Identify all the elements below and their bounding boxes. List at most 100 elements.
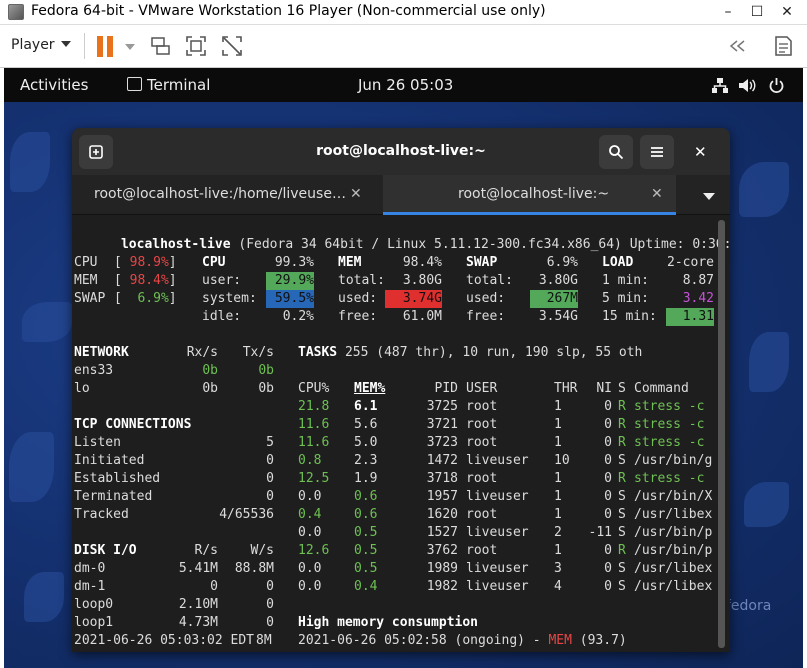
fullscreen-icon[interactable] [185, 35, 207, 57]
proc-ni: 0 [604, 417, 612, 432]
network-tx: 0b [258, 381, 274, 396]
disk-w: 0 [266, 615, 274, 630]
proc-ni: 0 [604, 489, 612, 504]
player-dropdown-icon[interactable] [61, 41, 71, 47]
proc-s: R [618, 543, 626, 558]
terminal-tab-active[interactable]: root@localhost-live:~ ✕ [383, 175, 676, 215]
library-notes-icon[interactable] [772, 35, 794, 57]
disk-name: loop0 [74, 597, 114, 612]
proc-thr: 4 [554, 579, 562, 594]
activities-button[interactable]: Activities [20, 76, 88, 94]
proc-cpu: 0.0 [298, 579, 322, 594]
app-menu-terminal[interactable]: Terminal [147, 76, 210, 94]
proc-cpu: 21.8 [298, 399, 330, 414]
proc-user: root [466, 543, 498, 558]
hamburger-menu-icon [651, 147, 663, 157]
load-1min-label: 1 min: [602, 273, 649, 288]
proc-mem: 0.5 [354, 525, 378, 540]
alert-title: High memory consumption [298, 615, 479, 630]
maximize-button[interactable]: ☐ [742, 1, 772, 23]
disk-name: dm-0 [74, 561, 106, 576]
tcp-row-value: 0 [266, 471, 274, 486]
tab-list-dropdown-icon[interactable] [703, 193, 715, 200]
proc-mem: 0.6 [354, 507, 378, 522]
terminal-close-button[interactable]: ✕ [694, 143, 707, 161]
proc-s: S [618, 579, 626, 594]
proc-s: R [618, 435, 626, 450]
vmware-app-icon [8, 4, 24, 20]
proc-header-ni[interactable]: NI [592, 380, 612, 398]
alert-key: MEM [548, 633, 572, 648]
proc-header-cpu[interactable]: CPU% [298, 380, 329, 398]
quick-swap-value: 6.9% [137, 291, 169, 306]
wallpaper-shape [749, 332, 789, 392]
proc-cmd: /usr/bin/X [634, 489, 713, 504]
tcp-row-value: 0 [266, 453, 274, 468]
footer-timestamp: 2021-06-26 05:03:02 EDT [74, 633, 255, 648]
network-rx: 0b [202, 381, 218, 396]
proc-pid: 1472 [426, 453, 458, 468]
proc-cpu: 0.4 [298, 507, 322, 522]
mem-used-value: 3.74G [385, 290, 442, 308]
terminal-tab[interactable]: root@localhost-live:/home/liveuse… ✕ [72, 175, 383, 215]
mem-free-label: free: [338, 309, 378, 324]
collapse-toolbar-icon[interactable] [726, 35, 748, 57]
power-icon[interactable] [768, 77, 785, 94]
proc-cpu: 11.6 [298, 417, 330, 432]
proc-s: R [618, 471, 626, 486]
tcp-row-label: Initiated [74, 453, 145, 468]
proc-user: liveuser [466, 453, 529, 468]
power-dropdown-icon[interactable] [125, 44, 135, 50]
pause-button[interactable] [94, 25, 118, 68]
proc-pid: 1989 [426, 561, 458, 576]
proc-s: S [618, 453, 626, 468]
proc-s: S [618, 561, 626, 576]
load-cores: 2-core [667, 255, 714, 270]
proc-header-pid[interactable]: PID [418, 380, 458, 398]
wallpaper-shape [739, 162, 789, 217]
swap-pct: 6.9% [546, 255, 578, 270]
mem-pct: 98.4% [402, 255, 442, 270]
proc-cmd: /usr/bin/p [634, 525, 713, 540]
terminal-scrollbar[interactable] [718, 220, 725, 648]
proc-ni: 0 [604, 561, 612, 576]
proc-ni: 0 [604, 399, 612, 414]
proc-mem: 2.3 [354, 453, 378, 468]
swap-label: SWAP [466, 255, 498, 270]
proc-user: liveuser [466, 489, 529, 504]
player-menu[interactable]: Player [11, 37, 55, 53]
wallpaper-shape [744, 482, 789, 527]
network-icon[interactable] [711, 77, 729, 94]
tcp-row-label: Listen [74, 435, 121, 450]
close-window-button[interactable]: ✕ [772, 1, 802, 23]
network-tx: 0b [258, 363, 274, 378]
proc-header-command[interactable]: Command [634, 380, 689, 398]
clock[interactable]: Jun 26 05:03 [358, 76, 453, 94]
proc-header-state[interactable]: S [618, 380, 626, 398]
proc-cpu: 0.0 [298, 561, 322, 576]
proc-pid: 1982 [426, 579, 458, 594]
minimize-button[interactable]: – [713, 1, 743, 23]
tab-close-icon[interactable]: ✕ [651, 186, 663, 202]
send-ctrl-alt-del-icon[interactable] [150, 35, 172, 57]
proc-cmd: /usr/libex [634, 579, 713, 594]
proc-header-mem[interactable]: MEM% [354, 380, 385, 398]
tab-close-icon[interactable]: ✕ [350, 186, 362, 202]
proc-header-thr[interactable]: THR [554, 380, 577, 398]
volume-icon[interactable] [737, 77, 757, 94]
proc-cpu: 0.0 [298, 525, 322, 540]
hostname: localhost-live [120, 237, 231, 252]
proc-thr: 3 [554, 561, 562, 576]
proc-cmd: stress -c [634, 399, 705, 414]
vmware-toolbar: Player [0, 25, 807, 68]
mem-used-label: used: [338, 291, 378, 306]
cpu-idle-label: idle: [202, 309, 242, 324]
disk-r-header: R/s [194, 543, 218, 558]
proc-cmd: /usr/libex [634, 561, 713, 576]
search-button[interactable] [599, 135, 633, 169]
proc-pid: 3723 [426, 435, 458, 450]
unity-mode-icon[interactable] [221, 35, 243, 57]
wallpaper-shape [22, 302, 72, 342]
menu-button[interactable] [640, 135, 674, 169]
proc-header-user[interactable]: USER [466, 380, 497, 398]
